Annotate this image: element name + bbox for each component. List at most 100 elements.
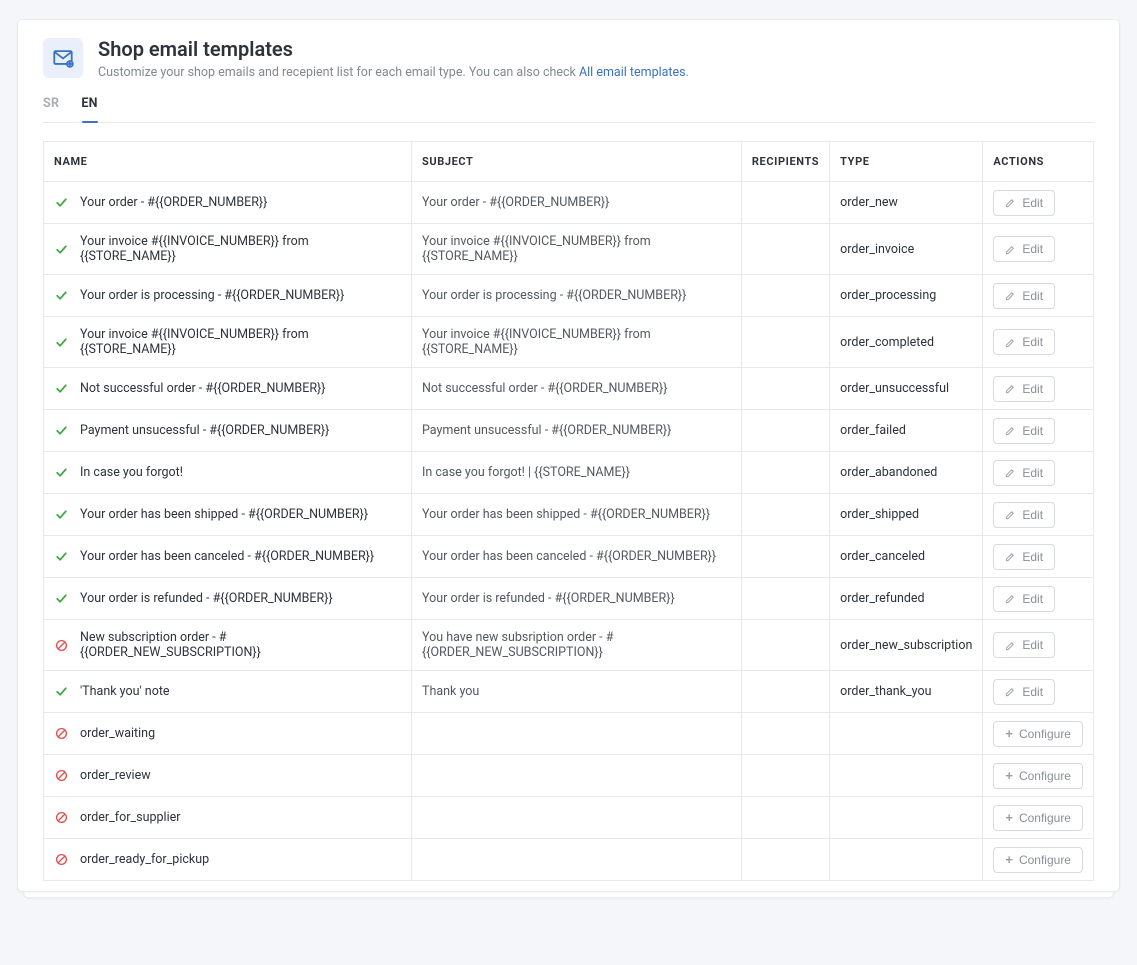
table-row: order_for_supplier +Configure [43,797,1094,839]
template-recipients [742,797,830,839]
template-subject [412,713,742,755]
template-subject [412,797,742,839]
edit-button[interactable]: Edit [993,283,1055,309]
template-subject: Your order is refunded - #{{ORDER_NUMBER… [412,578,742,620]
template-name: Not successful order - #{{ORDER_NUMBER}} [80,381,326,396]
tab-en[interactable]: EN [81,94,97,122]
email-templates-card: Shop email templates Customize your shop… [18,20,1119,891]
pencil-icon [1005,244,1016,255]
template-subject: Your invoice #{{INVOICE_NUMBER}} from {{… [412,224,742,275]
check-icon [54,289,68,302]
edit-button[interactable]: Edit [993,418,1055,444]
plus-icon: + [1005,769,1013,782]
template-recipients [742,494,830,536]
template-type [830,713,983,755]
pencil-icon [1005,593,1016,604]
template-type: order_thank_you [830,671,983,713]
page-title: Shop email templates [98,37,689,61]
card-header: Shop email templates Customize your shop… [43,38,1094,80]
template-recipients [742,224,830,275]
template-actions: Edit [983,368,1094,410]
edit-button[interactable]: Edit [993,329,1055,355]
edit-button[interactable]: Edit [993,376,1055,402]
template-actions: +Configure [983,713,1094,755]
template-recipients [742,839,830,881]
template-type [830,797,983,839]
template-subject [412,755,742,797]
template-name: In case you forgot! [80,465,183,480]
template-type: order_abandoned [830,452,983,494]
template-actions: Edit [983,317,1094,368]
template-actions: Edit [983,182,1094,224]
check-icon [54,382,68,395]
templates-table: NAME SUBJECT RECIPIENTS TYPE ACTIONS You… [43,141,1094,881]
template-subject: You have new subsription order - #{{ORDE… [412,620,742,671]
blocked-icon [54,639,68,652]
template-type [830,755,983,797]
pencil-icon [1005,337,1016,348]
template-name: Your order has been shipped - #{{ORDER_N… [80,507,368,522]
template-subject: Your order has been canceled - #{{ORDER_… [412,536,742,578]
template-name: order_review [80,768,151,783]
template-name: Your order has been canceled - #{{ORDER_… [80,549,374,564]
blocked-icon [54,769,68,782]
table-row: Your invoice #{{INVOICE_NUMBER}} from {{… [43,317,1094,368]
template-name: Your invoice #{{INVOICE_NUMBER}} from {{… [80,234,401,264]
configure-button[interactable]: +Configure [993,805,1083,831]
template-recipients [742,410,830,452]
template-actions: Edit [983,494,1094,536]
col-recipients: RECIPIENTS [742,141,830,182]
template-actions: Edit [983,536,1094,578]
template-recipients [742,368,830,410]
edit-button[interactable]: Edit [993,679,1055,705]
edit-button[interactable]: Edit [993,190,1055,216]
configure-button[interactable]: +Configure [993,847,1083,873]
plus-icon: + [1005,811,1013,824]
edit-button[interactable]: Edit [993,632,1055,658]
template-name: Your invoice #{{INVOICE_NUMBER}} from {{… [80,327,401,357]
template-recipients [742,452,830,494]
template-actions: +Configure [983,839,1094,881]
col-type: TYPE [830,141,983,182]
table-row: New subscription order - #{{ORDER_NEW_SU… [43,620,1094,671]
template-type: order_shipped [830,494,983,536]
template-type: order_unsuccessful [830,368,983,410]
pencil-icon [1005,640,1016,651]
pencil-icon [1005,509,1016,520]
template-name: Your order is refunded - #{{ORDER_NUMBER… [80,591,333,606]
configure-button[interactable]: +Configure [993,763,1083,789]
template-name: order_waiting [80,726,155,741]
template-type: order_canceled [830,536,983,578]
template-type: order_new [830,182,983,224]
table-row: In case you forgot! In case you forgot! |… [43,452,1094,494]
blocked-icon [54,727,68,740]
template-name: Payment unsucessful - #{{ORDER_NUMBER}} [80,423,329,438]
template-name: New subscription order - #{{ORDER_NEW_SU… [80,630,401,660]
configure-button[interactable]: +Configure [993,721,1083,747]
edit-button[interactable]: Edit [993,236,1055,262]
blocked-icon [54,811,68,824]
edit-button[interactable]: Edit [993,460,1055,486]
tab-sr[interactable]: SR [43,94,59,122]
pencil-icon [1005,467,1016,478]
edit-button[interactable]: Edit [993,586,1055,612]
template-subject: Thank you [412,671,742,713]
template-name: order_for_supplier [80,810,180,825]
language-tabs: SR EN [43,94,1094,123]
plus-icon: + [1005,853,1013,866]
check-icon [54,243,68,256]
template-type: order_completed [830,317,983,368]
template-subject: In case you forgot! | {{STORE_NAME}} [412,452,742,494]
check-icon [54,424,68,437]
edit-button[interactable]: Edit [993,502,1055,528]
pencil-icon [1005,290,1016,301]
template-actions: +Configure [983,755,1094,797]
all-email-templates-link[interactable]: All email templates [579,65,686,80]
edit-button[interactable]: Edit [993,544,1055,570]
template-actions: Edit [983,410,1094,452]
table-row: Not successful order - #{{ORDER_NUMBER}}… [43,368,1094,410]
template-recipients [742,275,830,317]
template-type: order_refunded [830,578,983,620]
table-row: Your order has been canceled - #{{ORDER_… [43,536,1094,578]
table-row: Your order has been shipped - #{{ORDER_N… [43,494,1094,536]
